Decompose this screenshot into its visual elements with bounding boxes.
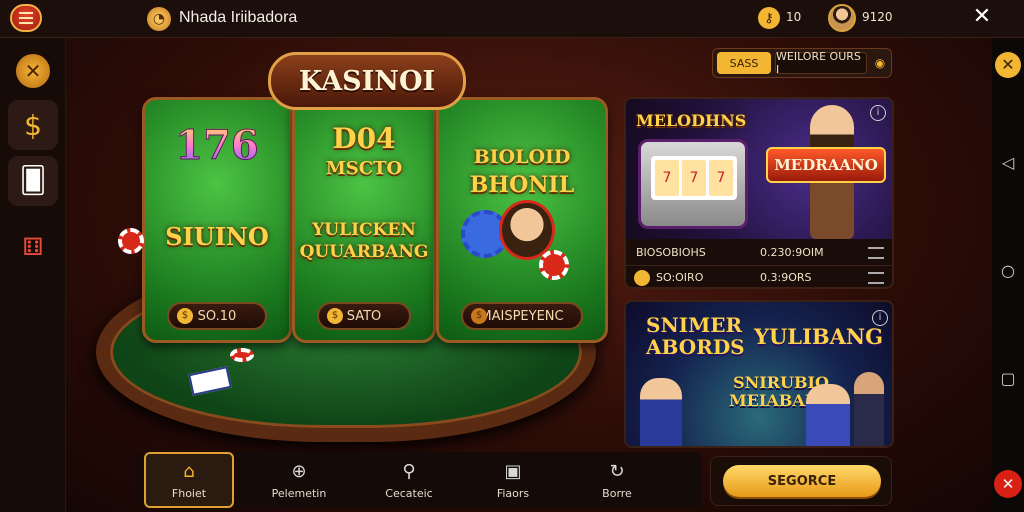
sidebar-item-cards[interactable]: 🂠 xyxy=(8,156,58,206)
sort-label[interactable]: SASS xyxy=(717,52,771,74)
panel-2-button[interactable]: $ SATO xyxy=(317,302,411,330)
dealer-avatar xyxy=(499,200,555,260)
top-bar: ◔ Nhada Iriibadora ⚷ 10 9120 ✕ xyxy=(0,0,1024,38)
info-icon[interactable]: i xyxy=(872,310,888,326)
promo-card-1-badge: MEDRAANO xyxy=(766,147,886,183)
home-icon: ⌂ xyxy=(183,460,195,482)
panel-3-title: BIOLOID xyxy=(473,146,571,168)
app-logo-icon: ◔ xyxy=(147,7,171,31)
promo-card-2-title-right: YULIBANG xyxy=(754,324,884,349)
row-col-a: SO:OIRO xyxy=(656,271,704,284)
game-panel-2[interactable]: D04 MSCTO YULICKEN QUUARBANG $ SATO xyxy=(292,97,436,343)
nav-item-fiaors[interactable]: ▣ Fiaors xyxy=(468,452,558,508)
cards-icon: 🂠 xyxy=(19,166,47,196)
cta-container: SEGORCE xyxy=(710,456,892,506)
coin-icon: $ xyxy=(327,308,343,324)
panel-1-button-label: SO.10 xyxy=(197,308,237,324)
promo-card-1-row: BIOSOBIOHS 0.230:9OIM xyxy=(626,241,892,265)
poker-chip-icon xyxy=(539,250,569,280)
sort-bar: SASS WEILORE OURS I ◉ xyxy=(712,48,892,78)
coin-icon: $ xyxy=(177,308,193,324)
row-col-b: 0.230:9OIM xyxy=(760,246,824,259)
search-icon: ⚲ xyxy=(402,460,416,482)
coins-icon: $ xyxy=(24,108,42,142)
hamburger-menu-button[interactable] xyxy=(10,4,42,32)
game-panel-1[interactable]: 176 SIUINO $ SO.10 xyxy=(142,97,292,343)
sidebar-item-coins[interactable]: $ xyxy=(8,100,58,150)
poker-chip-icon xyxy=(118,228,144,254)
promo-card-slots[interactable]: MELODHNS 777 MEDRAANO i BIOSOBIOHS 0.230… xyxy=(624,97,894,289)
slot-machine-icon: 777 xyxy=(638,139,748,229)
player-figure xyxy=(806,384,850,446)
panel-3-button[interactable]: $ MAISPEYENC xyxy=(461,302,583,330)
app-title: Nhada Iriibadora xyxy=(179,9,298,26)
nav-item-borre[interactable]: ↻ Borre xyxy=(572,452,662,508)
panel-2-title-line2: MSCTO xyxy=(325,158,403,179)
player-figure xyxy=(640,378,682,446)
exit-button[interactable]: ✕ xyxy=(994,470,1022,498)
tools-icon: ✕ xyxy=(16,54,50,88)
bottom-nav: ⌂ Fhoiet ⊕ Pelemetin ⚲ Cecateic ▣ Fiaors… xyxy=(138,452,702,508)
nav-label: Fiaors xyxy=(496,486,530,500)
list-icon[interactable] xyxy=(868,272,884,284)
coin-icon: $ xyxy=(471,308,487,324)
sort-dropdown[interactable]: WEILORE OURS I xyxy=(775,50,867,76)
panel-2-subtitle-line2: QUUARBANG xyxy=(299,242,429,262)
promo-card-tournament[interactable]: SNIMER ABORDS YULIBANG SNIRUBIO MEIABANG… xyxy=(624,300,894,448)
cta-button[interactable]: SEGORCE xyxy=(723,465,881,497)
nav-item-home[interactable]: ⌂ Fhoiet xyxy=(144,452,234,508)
list-icon[interactable] xyxy=(868,247,884,259)
row-col-a: BIOSOBIOHS xyxy=(636,246,706,259)
game-panel-3[interactable]: BIOLOID BHONIL $ MAISPEYENC xyxy=(436,97,608,343)
panel-2-title: D04 xyxy=(332,122,396,155)
panel-3-button-label: MAISPEYENC xyxy=(480,308,564,324)
key-icon[interactable]: ⚷ xyxy=(758,7,780,29)
avatar[interactable] xyxy=(828,4,856,32)
compass-icon: ⊕ xyxy=(291,460,307,482)
system-nav-rail: ✕ ◁ ○ ▢ xyxy=(992,38,1024,512)
promo-card-2-title-left: SNIMER ABORDS xyxy=(646,313,745,359)
panel-2-subtitle: YULICKEN xyxy=(312,220,416,240)
promo-card-1-art: MELODHNS 777 MEDRAANO i xyxy=(626,99,892,239)
kasino-sign: KASINOI xyxy=(268,52,466,110)
row-col-b: 0.3:9ORS xyxy=(760,271,812,284)
poker-chip-icon xyxy=(230,348,254,362)
sort-coin-icon[interactable]: ◉ xyxy=(871,52,889,74)
recents-icon[interactable]: ▢ xyxy=(992,364,1024,394)
nav-item-search[interactable]: ⚲ Cecateic xyxy=(364,452,454,508)
info-icon[interactable]: i xyxy=(870,105,886,121)
home-circle-icon[interactable]: ○ xyxy=(992,256,1024,286)
nav-item-pelemetin[interactable]: ⊕ Pelemetin xyxy=(254,452,344,508)
promo-card-1-row: SO:OIRO 0.3:9ORS xyxy=(626,265,892,287)
tools-icon[interactable]: ✕ xyxy=(995,52,1021,78)
nav-label: Fhoiet xyxy=(171,486,207,500)
nav-label: Borre xyxy=(602,486,632,500)
close-button[interactable]: ✕ xyxy=(970,4,994,30)
square-icon: ▣ xyxy=(504,460,522,482)
back-icon[interactable]: ◁ xyxy=(992,148,1024,178)
nav-label: Pelemetin xyxy=(271,486,327,500)
panel-1-button[interactable]: $ SO.10 xyxy=(167,302,267,330)
player-figure xyxy=(854,372,884,446)
promo-card-1-title: MELODHNS xyxy=(636,111,747,130)
panel-2-button-label: SATO xyxy=(346,308,382,324)
nav-label: Cecateic xyxy=(385,486,433,500)
dice-icon: ⚅ xyxy=(22,233,44,261)
panel-3-title-line2: BHONIL xyxy=(469,172,575,198)
sidebar-item-dice[interactable]: ⚅ xyxy=(8,222,58,272)
refresh-icon: ↻ xyxy=(609,460,625,482)
coin-count: 9120 xyxy=(862,10,893,24)
sidebar-item-tools[interactable]: ✕ xyxy=(8,46,58,96)
key-count: 10 xyxy=(786,10,802,24)
coin-icon xyxy=(634,270,650,286)
left-sidebar: ✕ $ 🂠 ⚅ xyxy=(0,38,66,512)
panel-1-number: 176 xyxy=(145,122,289,170)
panel-1-subtitle: SIUINO xyxy=(165,222,269,251)
